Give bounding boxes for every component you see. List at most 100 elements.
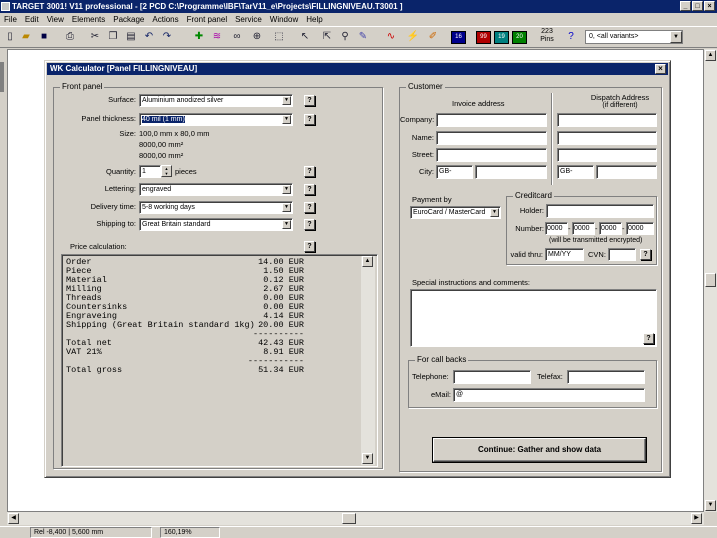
minimize-button[interactable]: _ — [680, 1, 691, 11]
special-help-button[interactable]: ? — [643, 333, 654, 344]
measure-icon[interactable]: ✎ — [356, 30, 370, 44]
bus-icon[interactable]: ∿ — [384, 30, 398, 44]
cvn-input[interactable] — [608, 248, 636, 261]
zoom-in-icon[interactable]: ⊕ — [250, 30, 264, 44]
quantity-input[interactable]: 1 — [139, 165, 161, 178]
telefax-input[interactable] — [567, 370, 645, 384]
undo-icon[interactable]: ↶ — [142, 30, 156, 44]
dialog-close-button[interactable]: × — [655, 64, 666, 74]
open-folder-icon[interactable]: ▰ — [19, 30, 33, 44]
close-window-button[interactable]: × — [704, 1, 715, 11]
invoice-city-input[interactable] — [475, 165, 547, 179]
telephone-input[interactable] — [453, 370, 531, 384]
layers-icon[interactable]: ≋ — [210, 30, 224, 44]
customer-group-label: Customer — [406, 82, 445, 92]
chevron-down-icon[interactable]: ▼ — [282, 185, 291, 194]
route-icon[interactable]: ✐ — [426, 30, 440, 44]
copy-icon[interactable]: ❐ — [106, 30, 120, 44]
special-instructions-textarea[interactable] — [410, 289, 657, 347]
price-help-button[interactable]: ? — [304, 241, 315, 252]
dash: - — [622, 224, 625, 233]
invoice-street-input[interactable] — [436, 148, 547, 162]
menu-package[interactable]: Package — [109, 13, 148, 26]
print-icon[interactable]: ⎙ — [63, 30, 77, 44]
scroll-down-icon[interactable]: ▼ — [362, 453, 373, 464]
dispatch-street-input[interactable] — [557, 148, 657, 162]
add-component-icon[interactable]: ✚ — [192, 30, 206, 44]
shipping-help-button[interactable]: ? — [304, 219, 315, 230]
invoice-zip-input[interactable]: GB- — [436, 165, 473, 179]
layer-16-button[interactable]: 16 — [451, 31, 466, 44]
variant-select[interactable]: 0, <all variants> ▼ — [585, 30, 683, 44]
scroll-right-icon[interactable]: ▶ — [691, 513, 702, 524]
menu-service[interactable]: Service — [231, 13, 266, 26]
cut-icon[interactable]: ✂ — [88, 30, 102, 44]
help-icon[interactable]: ? — [564, 30, 578, 44]
lettering-select[interactable]: engraved ▼ — [139, 183, 293, 196]
chevron-down-icon[interactable]: ▼ — [490, 208, 499, 217]
payment-select[interactable]: EuroCard / MasterCard ▼ — [410, 206, 501, 219]
find-icon[interactable]: ⚲ — [338, 30, 352, 44]
redo-icon[interactable]: ↷ — [160, 30, 174, 44]
continue-button[interactable]: Continue: Gather and show data — [433, 438, 646, 462]
chevron-down-icon[interactable]: ▼ — [282, 96, 291, 105]
menu-file[interactable]: File — [0, 13, 21, 26]
binoculars-icon[interactable]: ∞ — [230, 30, 244, 44]
thickness-select[interactable]: 40 mil (1 mm) ▼ — [139, 113, 293, 126]
chevron-down-icon[interactable]: ▼ — [670, 31, 682, 43]
chevron-down-icon[interactable]: ▼ — [282, 203, 291, 212]
horizontal-scroll-thumb[interactable] — [342, 513, 356, 524]
select-cursor-icon[interactable]: ⇱ — [320, 30, 334, 44]
dispatch-company-input[interactable] — [557, 113, 657, 127]
scroll-down-icon[interactable]: ▼ — [705, 500, 716, 511]
delivery-help-button[interactable]: ? — [304, 202, 315, 213]
pointer-icon[interactable]: ↖ — [298, 30, 312, 44]
card-number-part-1[interactable]: 0000 — [545, 222, 568, 235]
surface-select[interactable]: Aluminium anodized silver ▼ — [139, 94, 293, 107]
quantity-help-button[interactable]: ? — [304, 166, 315, 177]
dispatch-zip-input[interactable]: GB- — [557, 165, 594, 179]
new-document-icon[interactable]: ▯ — [3, 30, 17, 44]
menu-edit[interactable]: Edit — [21, 13, 43, 26]
creditcard-help-button[interactable]: ? — [640, 249, 651, 260]
menu-front-panel[interactable]: Front panel — [183, 13, 231, 26]
card-number-part-4[interactable]: 0000 — [626, 222, 654, 235]
invoice-name-input[interactable] — [436, 131, 547, 145]
email-input[interactable]: @ — [453, 388, 645, 402]
scroll-up-icon[interactable]: ▲ — [705, 50, 716, 61]
menu-actions[interactable]: Actions — [148, 13, 182, 26]
menu-window[interactable]: Window — [266, 13, 302, 26]
card-number-part-2[interactable]: 0000 — [572, 222, 595, 235]
thickness-help-button[interactable]: ? — [304, 114, 315, 125]
quantity-stepper[interactable]: ▲ ▼ — [161, 165, 172, 177]
save-icon[interactable]: ■ — [37, 30, 51, 44]
layer-19-button[interactable]: 19 — [494, 31, 509, 44]
window-title: TARGET 3001! V11 professional - [2 PCD C… — [12, 2, 403, 11]
menu-view[interactable]: View — [43, 13, 68, 26]
scroll-up-icon[interactable]: ▲ — [362, 256, 373, 267]
lettering-help-button[interactable]: ? — [304, 184, 315, 195]
chevron-down-icon[interactable]: ▼ — [282, 115, 291, 124]
chevron-down-icon[interactable]: ▼ — [282, 220, 291, 229]
menu-elements[interactable]: Elements — [68, 13, 109, 26]
vertical-scrollbar[interactable]: ▲ ▼ — [704, 49, 717, 512]
delivery-select[interactable]: 5-8 working days ▼ — [139, 201, 293, 214]
paste-icon[interactable]: ▤ — [124, 30, 138, 44]
surface-help-button[interactable]: ? — [304, 95, 315, 106]
invoice-company-input[interactable] — [436, 113, 547, 127]
price-scrollbar[interactable]: ▲ ▼ — [361, 256, 375, 465]
dispatch-name-input[interactable] — [557, 131, 657, 145]
layer-99-button[interactable]: 99 — [476, 31, 491, 44]
vertical-scroll-thumb[interactable] — [705, 273, 716, 287]
scroll-left-icon[interactable]: ◀ — [8, 513, 19, 524]
zoom-fit-icon[interactable]: ⬚ — [272, 30, 286, 44]
card-number-part-3[interactable]: 0000 — [599, 222, 622, 235]
menu-help[interactable]: Help — [302, 13, 326, 26]
wire-icon[interactable]: ⚡ — [406, 30, 420, 44]
layer-20-button[interactable]: 20 — [512, 31, 527, 44]
holder-input[interactable] — [546, 204, 654, 218]
maximize-button[interactable]: □ — [692, 1, 703, 11]
dispatch-city-input[interactable] — [596, 165, 657, 179]
valid-thru-input[interactable]: MM/YY — [545, 248, 584, 261]
shipping-select[interactable]: Great Britain standard ▼ — [139, 218, 293, 231]
